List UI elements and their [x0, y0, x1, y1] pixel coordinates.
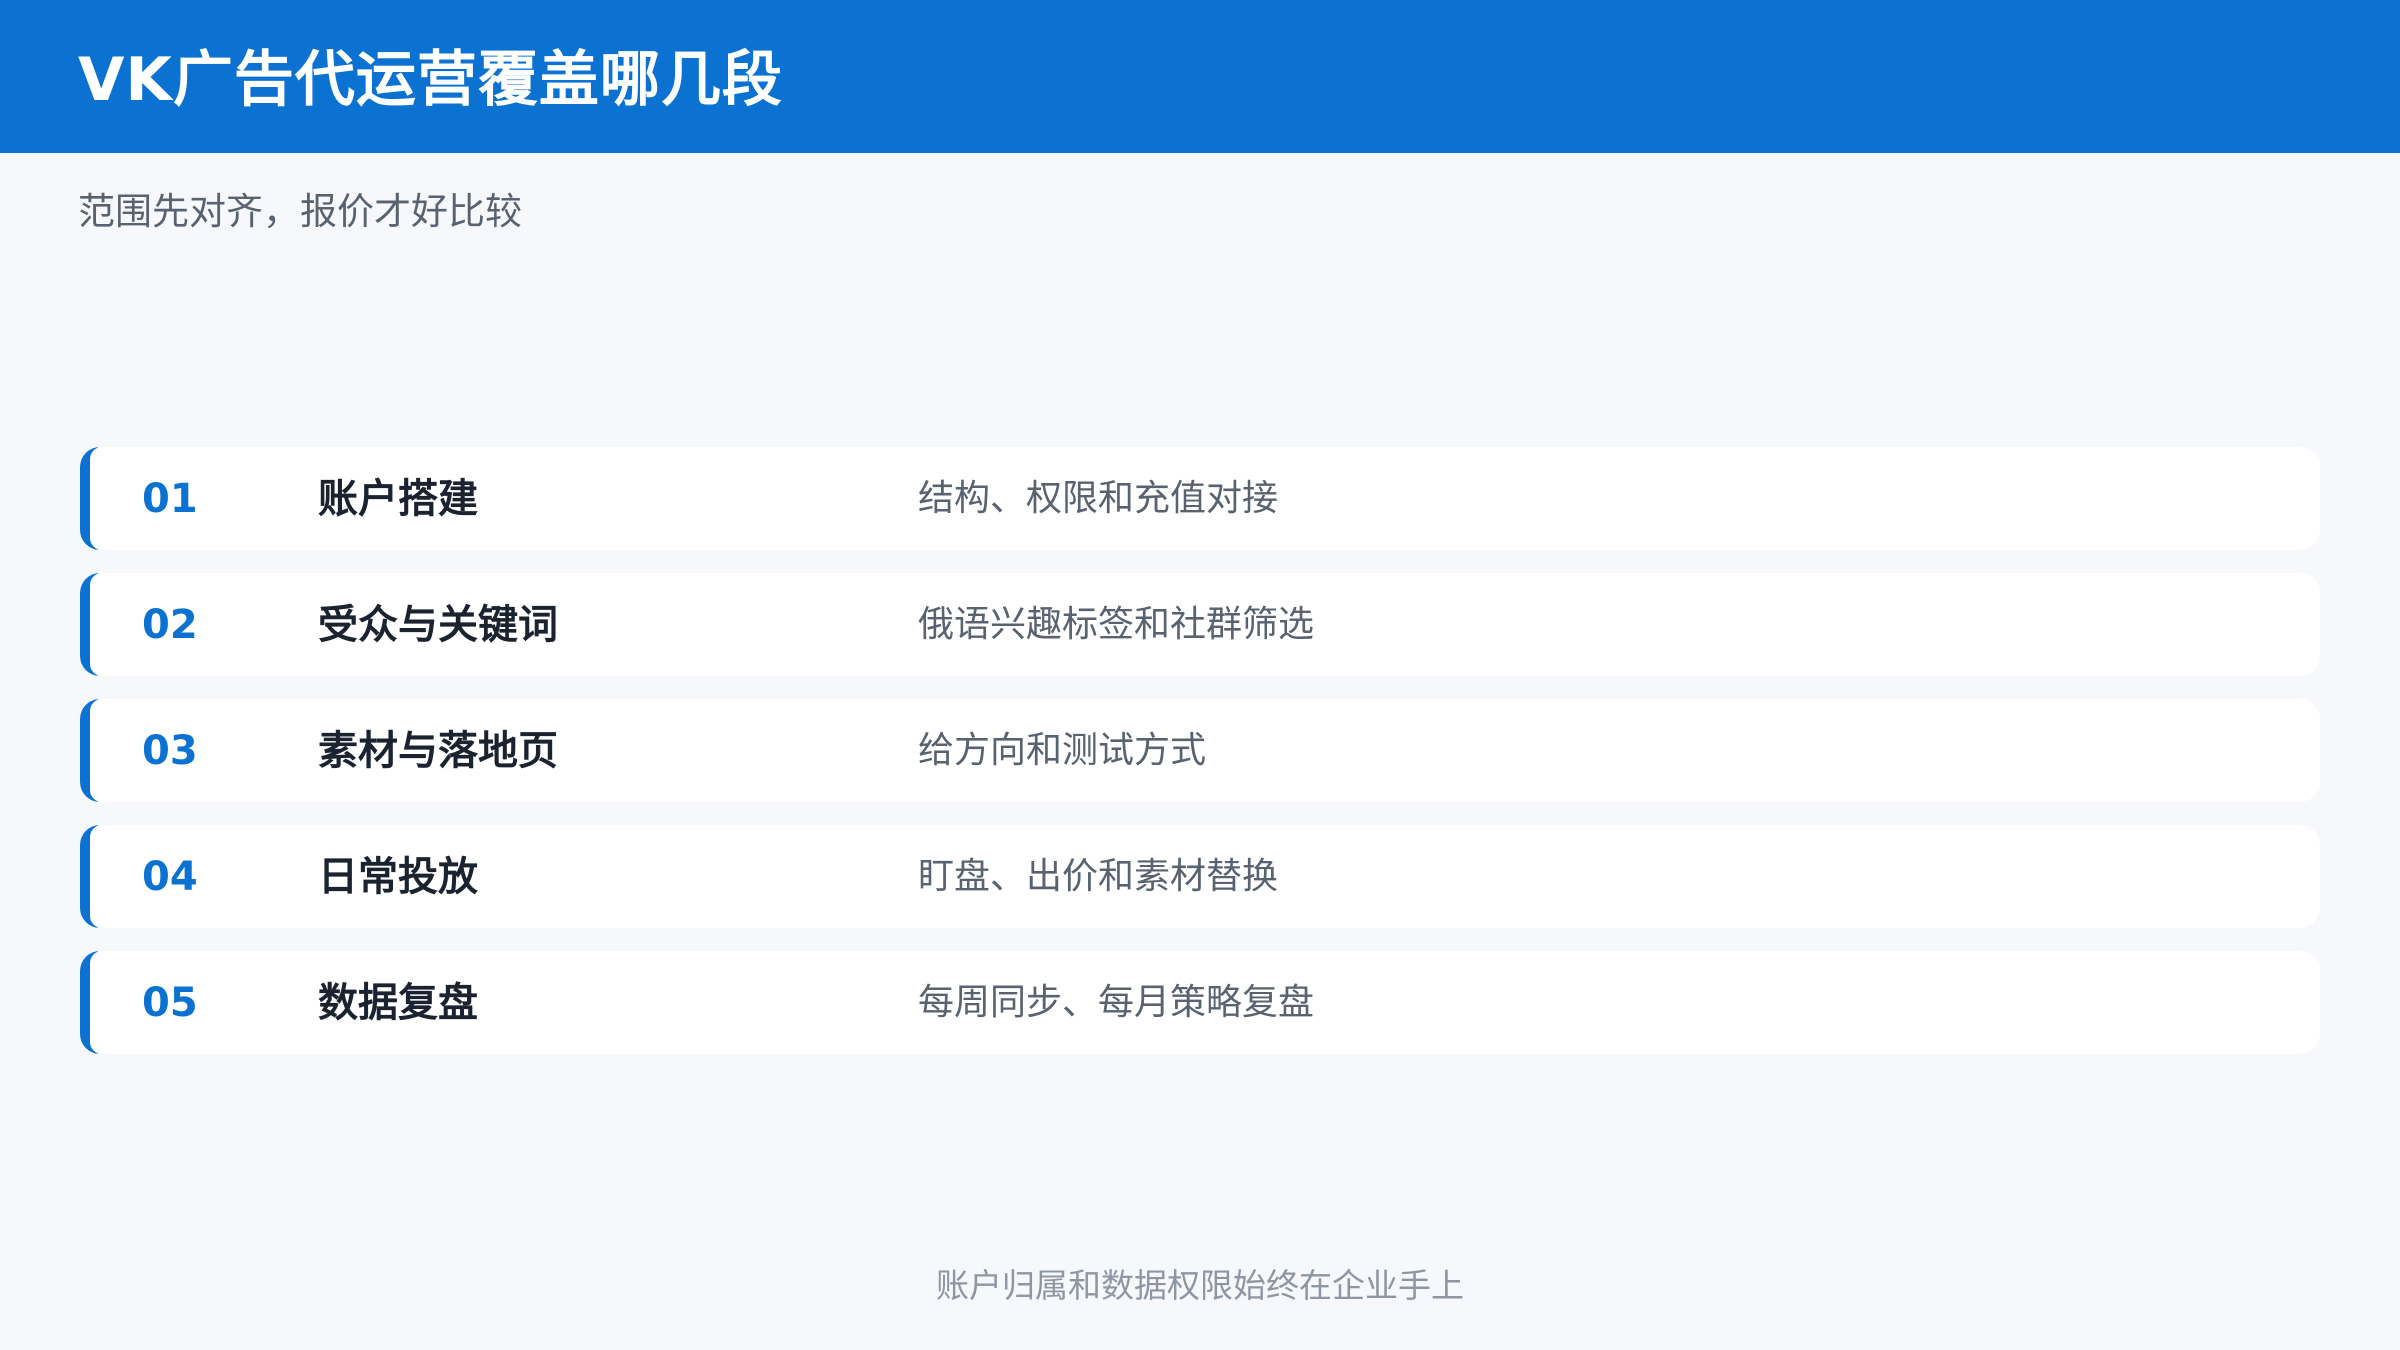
item-number: 01 — [142, 476, 198, 522]
footer-note: 账户归属和数据权限始终在企业手上 — [936, 1266, 1464, 1305]
accent-bar — [80, 573, 102, 676]
item-number: 05 — [142, 980, 198, 1026]
item-number: 04 — [142, 854, 198, 900]
page-subtitle: 范围先对齐，报价才好比较 — [78, 190, 522, 233]
item-title: 日常投放 — [318, 854, 478, 900]
scope-item-01: 01 账户搭建 结构、权限和充值对接 — [80, 447, 2320, 550]
item-title: 账户搭建 — [318, 476, 478, 522]
item-description: 盯盘、出价和素材替换 — [918, 856, 1279, 897]
accent-bar — [80, 699, 102, 802]
scope-item-03: 03 素材与落地页 给方向和测试方式 — [80, 699, 2320, 802]
scope-item-05: 05 数据复盘 每周同步、每月策略复盘 — [80, 951, 2320, 1054]
item-description: 每周同步、每月策略复盘 — [918, 982, 1315, 1023]
item-number: 02 — [142, 602, 198, 648]
accent-bar — [80, 447, 102, 550]
scope-item-02: 02 受众与关键词 俄语兴趣标签和社群筛选 — [80, 573, 2320, 676]
item-description: 给方向和测试方式 — [918, 730, 1207, 771]
scope-item-04: 04 日常投放 盯盘、出价和素材替换 — [80, 825, 2320, 928]
accent-bar — [80, 951, 102, 1054]
scope-list: 01 账户搭建 结构、权限和充值对接 02 受众与关键词 俄语兴趣标签和社群筛选… — [80, 447, 2320, 1077]
item-title: 受众与关键词 — [318, 602, 558, 648]
item-number: 03 — [142, 728, 198, 774]
header-bar: VK广告代运营覆盖哪几段 — [0, 0, 2400, 153]
item-description: 结构、权限和充值对接 — [918, 478, 1279, 519]
page-title: VK广告代运营覆盖哪几段 — [78, 45, 783, 115]
item-title: 素材与落地页 — [318, 728, 558, 774]
item-title: 数据复盘 — [318, 980, 478, 1026]
accent-bar — [80, 825, 102, 928]
item-description: 俄语兴趣标签和社群筛选 — [918, 604, 1315, 645]
